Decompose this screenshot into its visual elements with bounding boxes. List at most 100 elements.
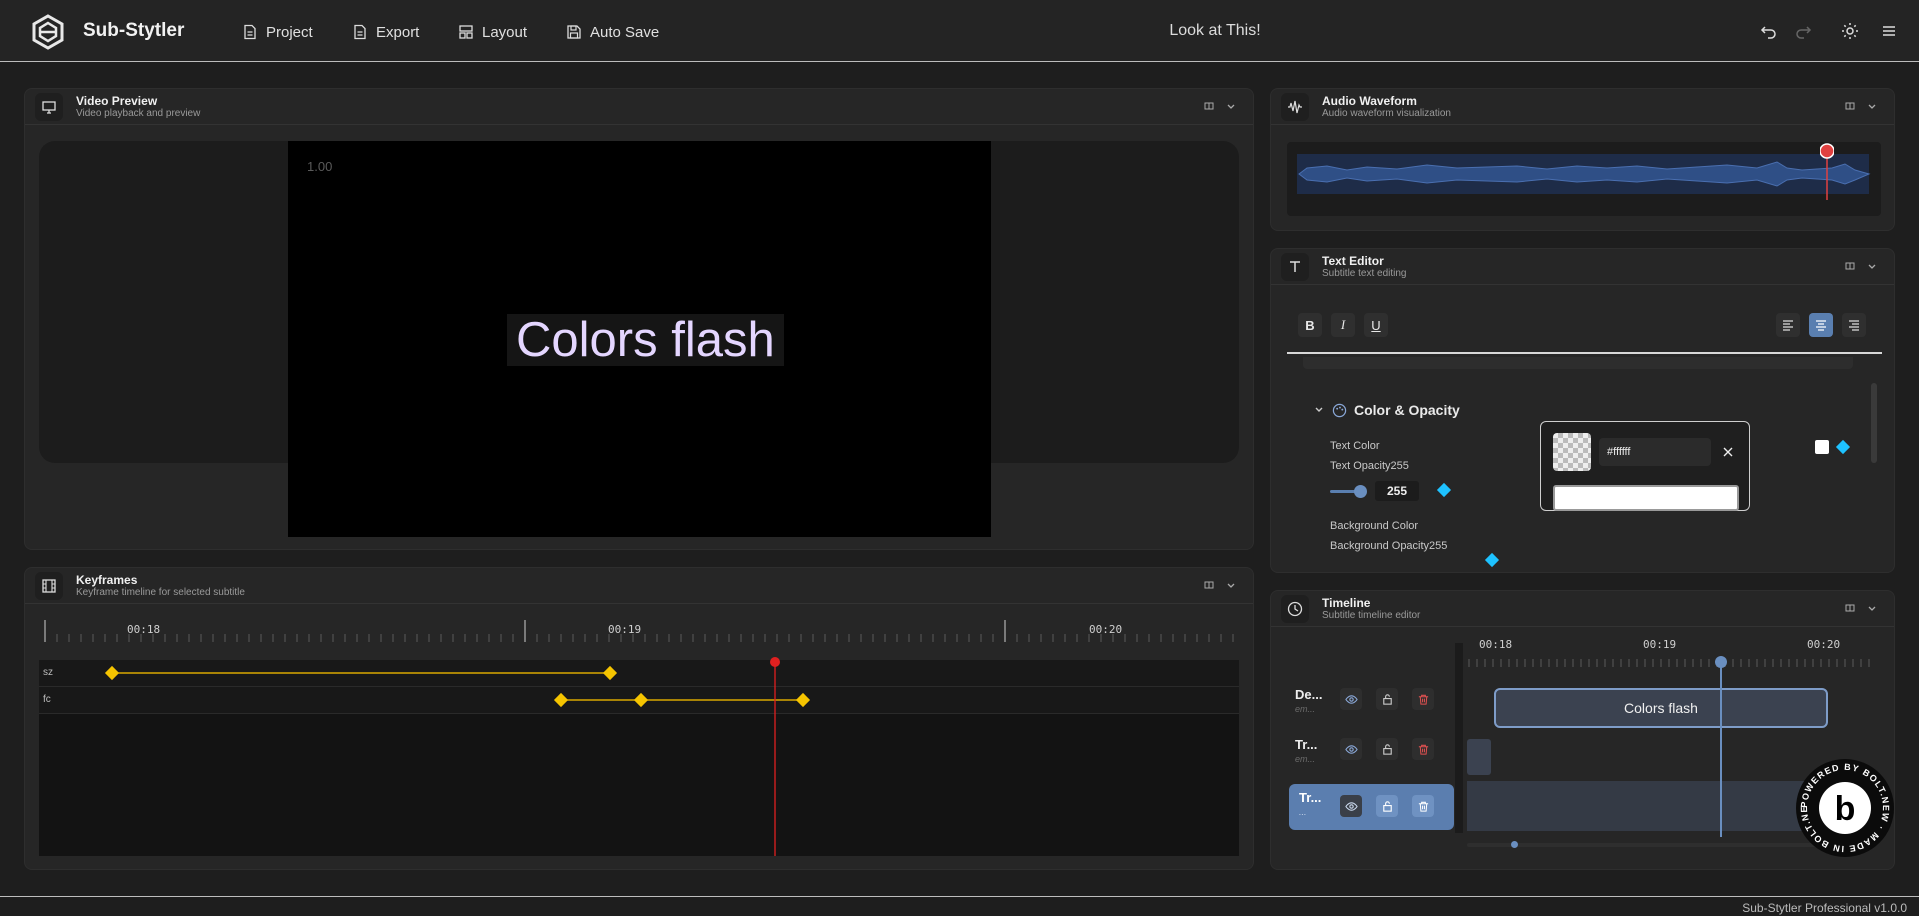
- eye-icon: [1344, 694, 1358, 704]
- video-canvas[interactable]: 1.00 Colors flash: [288, 141, 991, 537]
- nav-layout-label: Layout: [482, 23, 528, 41]
- color-opacity-section-title[interactable]: Color & Opacity: [1354, 402, 1460, 418]
- timeline-splitter[interactable]: [1455, 643, 1463, 833]
- unlock-icon: [1382, 800, 1392, 812]
- track-meta: em...: [1295, 754, 1316, 764]
- bold-button[interactable]: B: [1298, 313, 1322, 337]
- nav-layout-button[interactable]: Layout: [458, 20, 527, 44]
- keyframe-tracks[interactable]: sz fc: [39, 660, 1239, 856]
- chevron-down-icon[interactable]: [1866, 100, 1878, 112]
- keyframe-playhead[interactable]: [768, 656, 782, 856]
- track-row[interactable]: Tr... em...: [1285, 731, 1434, 769]
- visibility-button[interactable]: [1340, 795, 1362, 817]
- track-row-selected[interactable]: Tr... ...: [1289, 784, 1454, 830]
- italic-button[interactable]: I: [1331, 313, 1355, 337]
- close-icon[interactable]: [1722, 446, 1734, 458]
- expand-icon[interactable]: [1844, 260, 1856, 272]
- monitor-icon: [35, 93, 63, 121]
- document-icon: [244, 24, 256, 40]
- eye-icon: [1344, 801, 1358, 811]
- track-meta: em...: [1295, 704, 1316, 714]
- chevron-down-icon[interactable]: [1313, 404, 1325, 416]
- panel-title: Video Preview: [76, 94, 158, 108]
- editor-scrollbar[interactable]: [1871, 383, 1877, 463]
- waveform-graph: [1297, 154, 1871, 194]
- text-color-swatch[interactable]: [1815, 440, 1829, 454]
- track-meta: ...: [1299, 807, 1307, 817]
- text-color-label: Text Color: [1330, 440, 1380, 452]
- nav-project-button[interactable]: Project: [242, 20, 313, 44]
- unlock-icon: [1382, 743, 1392, 755]
- document-icon: [354, 24, 366, 40]
- nav-project-label: Project: [266, 23, 313, 41]
- transparent-swatch[interactable]: [1553, 433, 1591, 471]
- track-row[interactable]: De... em...: [1285, 681, 1434, 719]
- panel-title: Audio Waveform: [1322, 94, 1417, 108]
- waveform-playhead[interactable]: [1820, 142, 1834, 202]
- clock-icon: [1281, 595, 1309, 623]
- keyframe-diamond-icon[interactable]: [1834, 438, 1852, 456]
- underline-button[interactable]: U: [1364, 313, 1388, 337]
- powered-by-bolt-badge[interactable]: POWERED BY BOLT.NEW · MADE IN BOLT.NEW ·…: [1795, 758, 1895, 858]
- lock-button[interactable]: [1376, 738, 1398, 760]
- keyframe-marker: [795, 692, 811, 708]
- timeline-playhead[interactable]: [1714, 655, 1728, 837]
- text-opacity-label: Text Opacity255: [1330, 460, 1409, 472]
- hex-input[interactable]: #ffffff: [1599, 438, 1711, 466]
- nav-export-label: Export: [376, 23, 420, 41]
- app-logo-icon[interactable]: [30, 14, 66, 50]
- scroll-thumb[interactable]: [1511, 841, 1518, 848]
- film-icon: [35, 572, 63, 600]
- keyframe-diamond-icon[interactable]: [1434, 480, 1454, 500]
- track-name: De...: [1295, 687, 1323, 702]
- nav-auto-save-button[interactable]: Auto Save: [566, 20, 659, 44]
- save-icon: [567, 25, 581, 39]
- top-bar: Sub-Stytler Project Export Layout Auto S…: [0, 0, 1919, 62]
- undo-icon[interactable]: [1760, 22, 1778, 40]
- document-title[interactable]: Look at This!: [1060, 22, 1370, 40]
- lock-button[interactable]: [1376, 688, 1398, 710]
- delete-track-button[interactable]: [1412, 688, 1434, 710]
- visibility-button[interactable]: [1340, 738, 1362, 760]
- theme-sun-icon[interactable]: [1841, 22, 1859, 40]
- align-center-button[interactable]: [1809, 313, 1833, 337]
- keyframe-marker: [553, 692, 569, 708]
- waveform-display[interactable]: [1287, 142, 1881, 216]
- chevron-down-icon[interactable]: [1866, 602, 1878, 614]
- eye-icon: [1344, 744, 1358, 754]
- editor-divider: [1287, 352, 1882, 354]
- expand-icon[interactable]: [1844, 602, 1856, 614]
- delete-track-button[interactable]: [1412, 738, 1434, 760]
- slider-thumb[interactable]: [1354, 485, 1367, 498]
- ruler-label: 00:18: [127, 623, 161, 636]
- keyframe-ruler[interactable]: 00:18 00:19 00:20: [39, 608, 1239, 642]
- audio-waveform-panel: Audio Waveform Audio waveform visualizat…: [1270, 88, 1895, 231]
- ruler-label: 00:19: [608, 623, 642, 636]
- chevron-down-icon[interactable]: [1866, 260, 1878, 272]
- visibility-button[interactable]: [1340, 688, 1362, 710]
- panel-header: Video Preview Video playback and preview: [25, 89, 1253, 125]
- expand-icon[interactable]: [1203, 100, 1215, 112]
- timeline-clip-colors-flash[interactable]: Colors flash: [1494, 688, 1828, 728]
- keyframes-panel: Keyframes Keyframe timeline for selected…: [24, 567, 1254, 870]
- chevron-down-icon[interactable]: [1225, 100, 1237, 112]
- keyframe-graph: [104, 665, 811, 708]
- color-gradient-field[interactable]: [1553, 485, 1739, 511]
- subtitle-overlay-text[interactable]: Colors flash: [507, 314, 784, 366]
- keyframe-diamond-icon[interactable]: [1482, 550, 1502, 570]
- expand-icon[interactable]: [1844, 100, 1856, 112]
- text-input-area[interactable]: [1303, 357, 1853, 369]
- text-opacity-input[interactable]: 255: [1375, 481, 1419, 501]
- timeline-ruler[interactable]: 00:18 00:19 00:20: [1467, 637, 1877, 669]
- nav-export-button[interactable]: Export: [352, 20, 419, 44]
- trash-icon: [1418, 801, 1428, 812]
- align-right-button[interactable]: [1842, 313, 1866, 337]
- menu-icon[interactable]: [1880, 22, 1898, 40]
- timeline-clip[interactable]: [1467, 739, 1491, 775]
- delete-track-button[interactable]: [1412, 795, 1434, 817]
- chevron-down-icon[interactable]: [1225, 579, 1237, 591]
- redo-icon[interactable]: [1794, 22, 1812, 40]
- lock-button[interactable]: [1376, 795, 1398, 817]
- align-left-button[interactable]: [1776, 313, 1800, 337]
- expand-icon[interactable]: [1203, 579, 1215, 591]
